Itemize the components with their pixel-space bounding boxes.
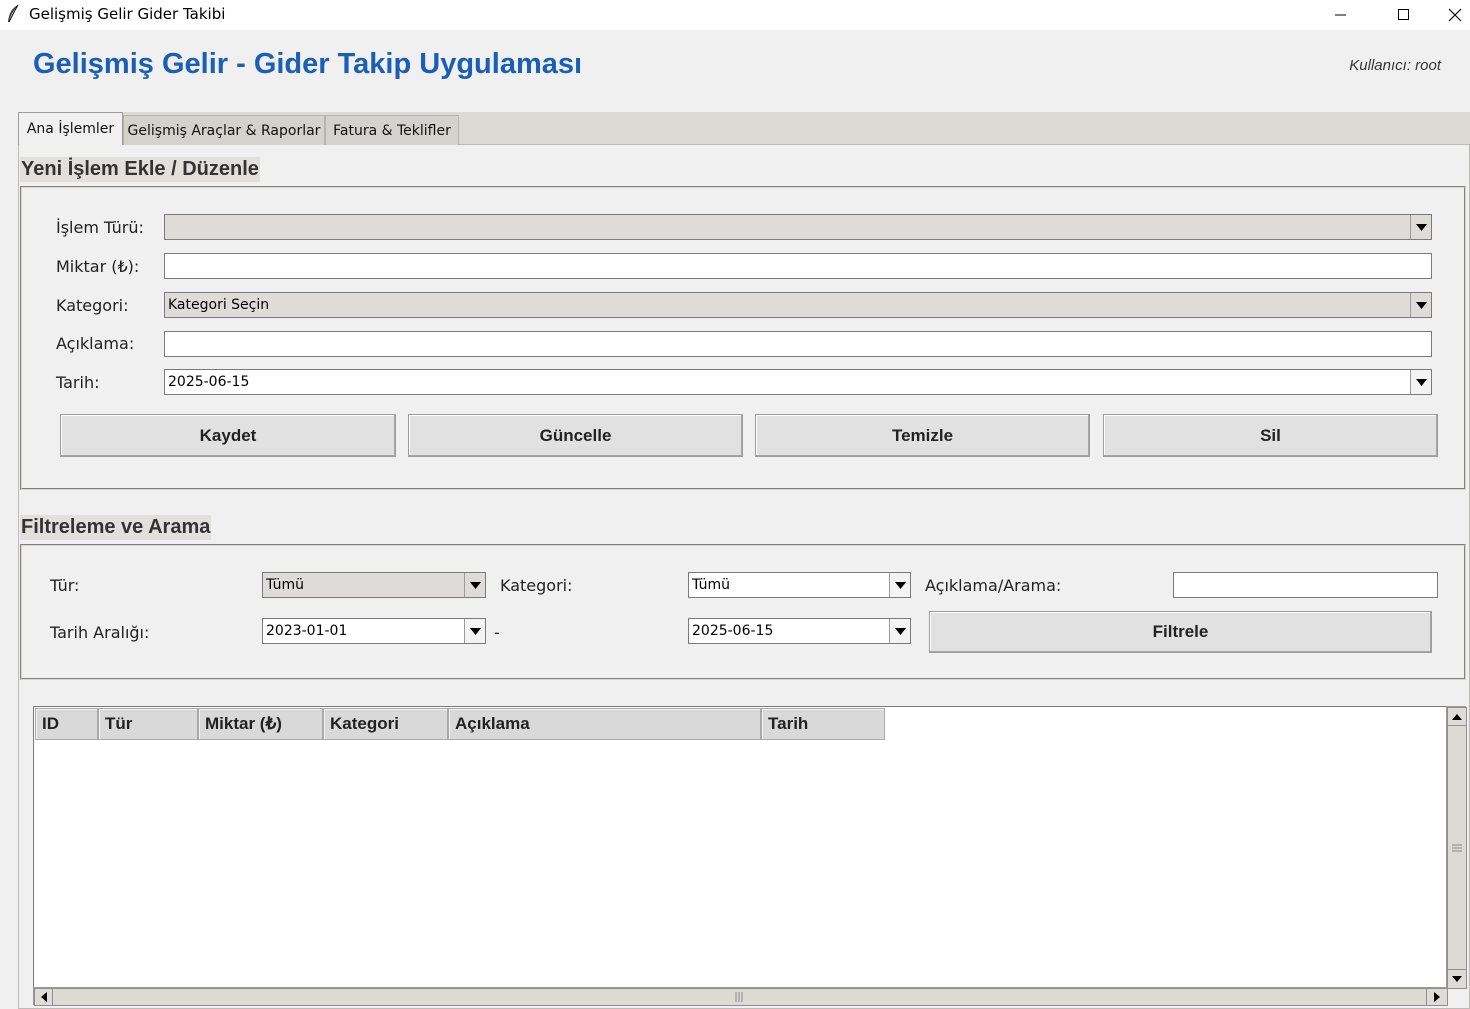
feather-icon — [6, 4, 20, 29]
date-range-label: Tarih Aralığı: — [50, 623, 150, 642]
category-value: Kategori Seçin — [168, 297, 270, 313]
delete-button[interactable]: Sil — [1103, 414, 1438, 457]
arrow-up-icon — [1452, 714, 1462, 720]
date-picker[interactable]: 2025-06-15 — [164, 369, 1432, 395]
maximize-icon — [1398, 9, 1409, 20]
update-button[interactable]: Güncelle — [408, 414, 743, 457]
description-field[interactable] — [164, 331, 1432, 357]
window-titlebar: Gelişmiş Gelir Gider Takibi — [0, 0, 1470, 30]
transactions-table[interactable] — [33, 706, 1447, 988]
vertical-scroll-thumb[interactable] — [1447, 725, 1467, 971]
column-header-amount[interactable]: Miktar (₺) — [198, 708, 323, 740]
save-button[interactable]: Kaydet — [60, 414, 396, 457]
tab-gelismis-araclar[interactable]: Gelişmiş Araçlar & Raporlar — [123, 115, 325, 145]
tab-ana-islemler[interactable]: Ana İşlemler — [18, 112, 123, 145]
category-label: Kategori: — [56, 296, 129, 315]
column-header-description[interactable]: Açıklama — [448, 708, 761, 740]
filter-button[interactable]: Filtrele — [929, 611, 1432, 653]
scroll-left-button[interactable] — [34, 988, 54, 1006]
date-range-separator: - — [494, 623, 500, 642]
date-value: 2025-06-15 — [168, 374, 250, 390]
arrow-down-icon — [1452, 976, 1462, 982]
column-header-id[interactable]: ID — [35, 708, 98, 740]
close-icon — [1448, 8, 1462, 22]
search-input[interactable] — [1173, 572, 1438, 598]
filter-section-title: Filtreleme ve Arama — [20, 515, 212, 540]
date-to-picker[interactable]: 2025-06-15 — [688, 618, 911, 644]
column-header-category[interactable]: Kategori — [323, 708, 448, 740]
form-section-title: Yeni İşlem Ekle / Düzenle — [20, 157, 260, 182]
tab-fatura-teklifler[interactable]: Fatura & Teklifler — [325, 115, 459, 145]
date-from-value: 2023-01-01 — [266, 623, 348, 639]
type-combobox[interactable] — [164, 214, 1432, 240]
window-title: Gelişmiş Gelir Gider Takibi — [29, 5, 226, 23]
filter-type-label: Tür: — [50, 576, 80, 595]
scroll-up-button[interactable] — [1447, 707, 1467, 727]
horizontal-scrollbar[interactable] — [33, 987, 1448, 1006]
column-header-type[interactable]: Tür — [98, 708, 198, 740]
grip-icon — [1452, 844, 1462, 852]
arrow-left-icon — [41, 992, 47, 1002]
tab-label: Fatura & Teklifler — [333, 122, 451, 139]
date-label: Tarih: — [56, 373, 100, 392]
filter-type-value: Tümü — [266, 577, 305, 593]
column-header-date[interactable]: Tarih — [761, 708, 885, 740]
amount-field[interactable] — [164, 253, 1432, 279]
grip-icon — [735, 992, 743, 1002]
filter-type-combobox[interactable]: Tümü — [262, 572, 486, 598]
maximize-button[interactable] — [1381, 0, 1427, 30]
amount-label: Miktar (₺): — [56, 257, 140, 276]
minimize-button[interactable] — [1318, 0, 1364, 30]
chevron-down-icon[interactable] — [1410, 215, 1431, 239]
clear-button[interactable]: Temizle — [755, 414, 1090, 457]
tab-label: Ana İşlemler — [26, 121, 115, 137]
tab-label: Gelişmiş Araçlar & Raporlar — [127, 122, 321, 139]
chevron-down-icon[interactable] — [889, 619, 910, 643]
chevron-down-icon[interactable] — [1410, 293, 1431, 317]
chevron-down-icon[interactable] — [464, 573, 485, 597]
filter-category-value: Tümü — [692, 577, 731, 593]
description-label: Açıklama: — [56, 334, 135, 353]
filter-category-label: Kategori: — [500, 576, 573, 595]
minimize-icon — [1335, 14, 1346, 16]
vertical-scrollbar[interactable] — [1446, 706, 1467, 989]
chevron-down-icon[interactable] — [464, 619, 485, 643]
chevron-down-icon[interactable] — [889, 573, 910, 597]
scroll-right-button[interactable] — [1426, 988, 1448, 1006]
horizontal-scroll-thumb[interactable] — [52, 988, 1428, 1006]
search-label: Açıklama/Arama: — [925, 576, 1062, 595]
chevron-down-icon[interactable] — [1410, 370, 1431, 394]
filter-category-combobox[interactable]: Tümü — [688, 572, 911, 598]
app-title: Gelişmiş Gelir - Gider Takip Uygulaması — [33, 48, 583, 80]
category-combobox[interactable]: Kategori Seçin — [164, 292, 1432, 318]
scroll-down-button[interactable] — [1447, 969, 1467, 989]
date-to-value: 2025-06-15 — [692, 623, 774, 639]
arrow-right-icon — [1434, 992, 1440, 1002]
type-label: İşlem Türü: — [56, 218, 144, 237]
user-label: Kullanıcı: root — [1349, 57, 1441, 74]
date-from-picker[interactable]: 2023-01-01 — [262, 618, 486, 644]
close-button[interactable] — [1440, 0, 1470, 30]
